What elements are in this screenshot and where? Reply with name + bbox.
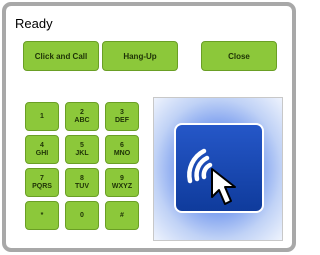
key-digit: #: [120, 211, 124, 219]
key-digit: 4: [40, 141, 44, 149]
key-letters: GHI: [35, 149, 49, 157]
wireless-click-image: [153, 97, 283, 241]
keypad-key-0[interactable]: 0: [65, 201, 99, 230]
key-letters: ABC: [74, 116, 90, 124]
key-digit: 5: [80, 141, 84, 149]
key-digit: 6: [120, 141, 124, 149]
key-digit: 0: [80, 211, 84, 219]
key-letters: MNO: [113, 149, 131, 157]
key-letters: WXYZ: [111, 182, 133, 190]
key-digit: *: [40, 211, 44, 219]
key-letters: DEF: [115, 116, 129, 124]
click-and-call-button[interactable]: Click and Call: [23, 41, 99, 71]
key-letters: TUV: [75, 182, 89, 190]
keypad-key-8[interactable]: 8 TUV: [65, 168, 99, 197]
key-digit: 7: [40, 174, 44, 182]
keypad-key-star[interactable]: *: [25, 201, 59, 230]
keypad-key-1[interactable]: 1: [25, 102, 59, 131]
keypad-key-6[interactable]: 6 MNO: [105, 135, 139, 164]
close-button[interactable]: Close: [201, 41, 277, 71]
keypad-key-4[interactable]: 4 GHI: [25, 135, 59, 164]
key-digit: 9: [120, 174, 124, 182]
keypad-key-5[interactable]: 5 JKL: [65, 135, 99, 164]
key-letters: JKL: [75, 149, 89, 157]
wireless-cursor-glyph: [187, 148, 236, 205]
keypad-key-9[interactable]: 9 WXYZ: [105, 168, 139, 197]
key-digit: 2: [80, 108, 84, 116]
wireless-click-icon: [174, 123, 264, 213]
keypad-key-hash[interactable]: #: [105, 201, 139, 230]
key-digit: 1: [40, 112, 44, 120]
status-text: Ready: [15, 16, 53, 31]
keypad-key-3[interactable]: 3 DEF: [105, 102, 139, 131]
hang-up-button[interactable]: Hang-Up: [102, 41, 178, 71]
phone-dialer-window: Ready Click and Call Hang-Up Close 1 2 A…: [2, 2, 296, 252]
keypad-key-7[interactable]: 7 PQRS: [25, 168, 59, 197]
key-letters: PQRS: [32, 182, 52, 190]
key-digit: 3: [120, 108, 124, 116]
key-digit: 8: [80, 174, 84, 182]
keypad-key-2[interactable]: 2 ABC: [65, 102, 99, 131]
